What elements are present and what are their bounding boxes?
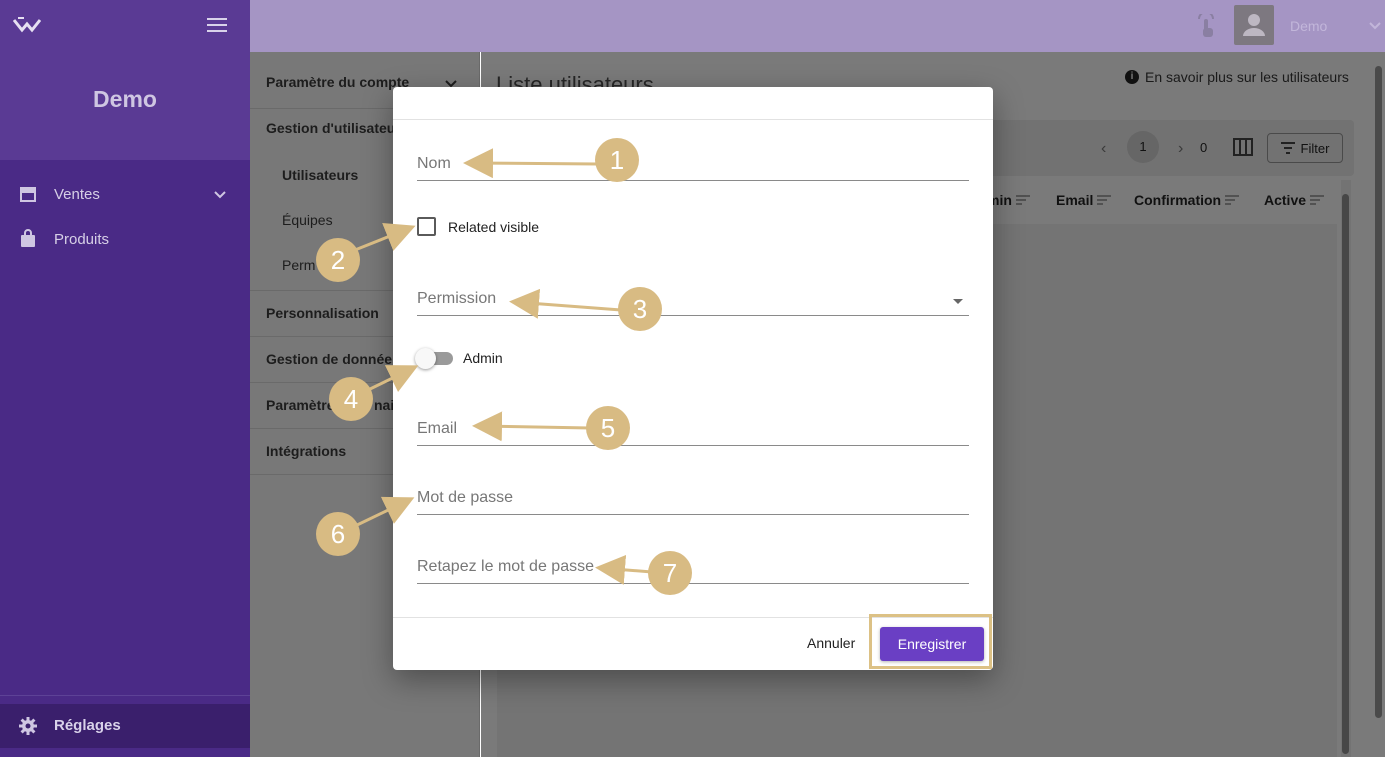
submenu-personalization[interactable]: Personnalisation bbox=[266, 305, 379, 321]
chevron-right-icon[interactable]: › bbox=[1178, 140, 1183, 158]
user-icon bbox=[1243, 14, 1265, 36]
scrollbar-thumb[interactable] bbox=[1342, 194, 1349, 754]
callout-3: 3 bbox=[618, 287, 662, 331]
column-label: Active bbox=[1264, 192, 1307, 208]
password-confirm-placeholder: Retapez le mot de passe bbox=[417, 558, 594, 575]
submenu-users-management[interactable]: Gestion d'utilisateur bbox=[266, 120, 401, 136]
submenu-item-teams[interactable]: Équipes bbox=[282, 212, 333, 228]
related-visible-checkbox[interactable] bbox=[417, 217, 436, 236]
column-label: Confirmation bbox=[1134, 192, 1222, 208]
callout-2: 2 bbox=[316, 238, 360, 282]
brand-name: Demo bbox=[93, 86, 157, 112]
chevron-down-icon bbox=[214, 191, 226, 199]
learn-more-text: En savoir plus sur les utilisateurs bbox=[1145, 69, 1349, 85]
columns-icon[interactable] bbox=[1233, 138, 1253, 156]
admin-toggle[interactable] bbox=[415, 348, 453, 369]
page-number[interactable]: 1 bbox=[1127, 131, 1159, 163]
admin-toggle-row[interactable]: Admin bbox=[415, 348, 503, 369]
callout-1: 1 bbox=[595, 138, 639, 182]
permission-select[interactable]: Permission bbox=[417, 284, 969, 316]
sort-icon bbox=[1310, 195, 1325, 205]
chevron-down-icon[interactable] bbox=[1368, 18, 1382, 32]
filter-label: Filter bbox=[1300, 140, 1330, 156]
name-placeholder: Nom bbox=[417, 155, 451, 172]
sort-icon bbox=[1015, 195, 1030, 205]
scrollbar-thumb[interactable] bbox=[1375, 66, 1382, 718]
page-scrollbar[interactable] bbox=[1372, 52, 1385, 757]
name-field[interactable]: Nom bbox=[417, 149, 969, 181]
top-bar: Demo bbox=[250, 0, 1385, 52]
sidebar-item-label: Réglages bbox=[54, 717, 121, 734]
submenu-integrations[interactable]: Intégrations bbox=[266, 443, 346, 459]
callout-5: 5 bbox=[586, 406, 630, 450]
store-icon bbox=[20, 187, 36, 202]
callout-7: 7 bbox=[648, 551, 692, 595]
submenu-account[interactable]: Paramètre du compte bbox=[266, 74, 409, 90]
sort-icon bbox=[1097, 195, 1112, 205]
dialog-header-divider bbox=[393, 119, 993, 120]
sort-icon bbox=[1225, 195, 1240, 205]
page-count: 0 bbox=[1200, 140, 1208, 155]
submenu-domain-settings[interactable]: Paramètre bbox=[266, 397, 335, 413]
avatar[interactable] bbox=[1234, 5, 1274, 45]
dropdown-arrow-icon bbox=[953, 299, 963, 304]
user-name[interactable]: Demo bbox=[1290, 18, 1327, 34]
learn-more-link[interactable]: i En savoir plus sur les utilisateurs bbox=[1125, 69, 1349, 85]
sidebar-item-label: Ventes bbox=[54, 185, 100, 203]
column-header-admin[interactable]: min bbox=[987, 192, 1030, 208]
sidebar-item-reglages[interactable]: Réglages bbox=[0, 704, 250, 748]
callout-4: 4 bbox=[329, 377, 373, 421]
password-confirm-field[interactable]: Retapez le mot de passe bbox=[417, 552, 969, 584]
sidebar: Demo Ventes Produits Réglages bbox=[0, 0, 250, 757]
table-scrollbar[interactable] bbox=[1341, 180, 1351, 757]
logo-icon[interactable] bbox=[13, 16, 41, 34]
info-icon: i bbox=[1125, 70, 1139, 84]
password-placeholder: Mot de passe bbox=[417, 489, 514, 506]
sidebar-item-produits[interactable]: Produits bbox=[0, 219, 250, 259]
submenu-data-management[interactable]: Gestion de donnée bbox=[266, 351, 392, 367]
add-user-dialog: Nom Related visible Permission Admin Ema… bbox=[393, 87, 993, 670]
sidebar-item-ventes[interactable]: Ventes bbox=[0, 174, 250, 214]
permission-placeholder: Permission bbox=[417, 290, 497, 307]
cancel-button[interactable]: Annuler bbox=[807, 635, 855, 651]
password-field[interactable]: Mot de passe bbox=[417, 483, 969, 515]
callout-6: 6 bbox=[316, 512, 360, 556]
sidebar-divider bbox=[0, 695, 250, 696]
column-label: Email bbox=[1056, 192, 1094, 208]
related-visible-label: Related visible bbox=[448, 218, 540, 235]
related-visible-row[interactable]: Related visible bbox=[417, 217, 539, 236]
submenu-item-users[interactable]: Utilisateurs bbox=[282, 167, 358, 183]
column-header-confirmation[interactable]: Confirmation bbox=[1134, 192, 1240, 208]
admin-label: Admin bbox=[463, 350, 503, 366]
hamburger-icon[interactable] bbox=[207, 18, 227, 34]
submenu-item-permissions[interactable]: Perm bbox=[282, 257, 315, 273]
toggle-thumb[interactable] bbox=[415, 348, 436, 369]
gear-icon bbox=[19, 717, 37, 735]
email-field[interactable]: Email bbox=[417, 414, 969, 446]
column-header-email[interactable]: Email bbox=[1056, 192, 1112, 208]
filter-button[interactable]: Filter bbox=[1267, 133, 1343, 163]
chevron-left-icon[interactable]: ‹ bbox=[1101, 140, 1106, 158]
column-header-active[interactable]: Active bbox=[1264, 192, 1325, 208]
email-placeholder: Email bbox=[417, 420, 458, 437]
touch-icon[interactable] bbox=[1195, 14, 1217, 38]
sidebar-item-label: Produits bbox=[54, 230, 110, 248]
submenu-domain-settings-end[interactable]: nai bbox=[374, 397, 394, 413]
bag-icon bbox=[21, 229, 35, 247]
filter-icon bbox=[1280, 142, 1295, 154]
save-button-highlight bbox=[869, 614, 992, 669]
